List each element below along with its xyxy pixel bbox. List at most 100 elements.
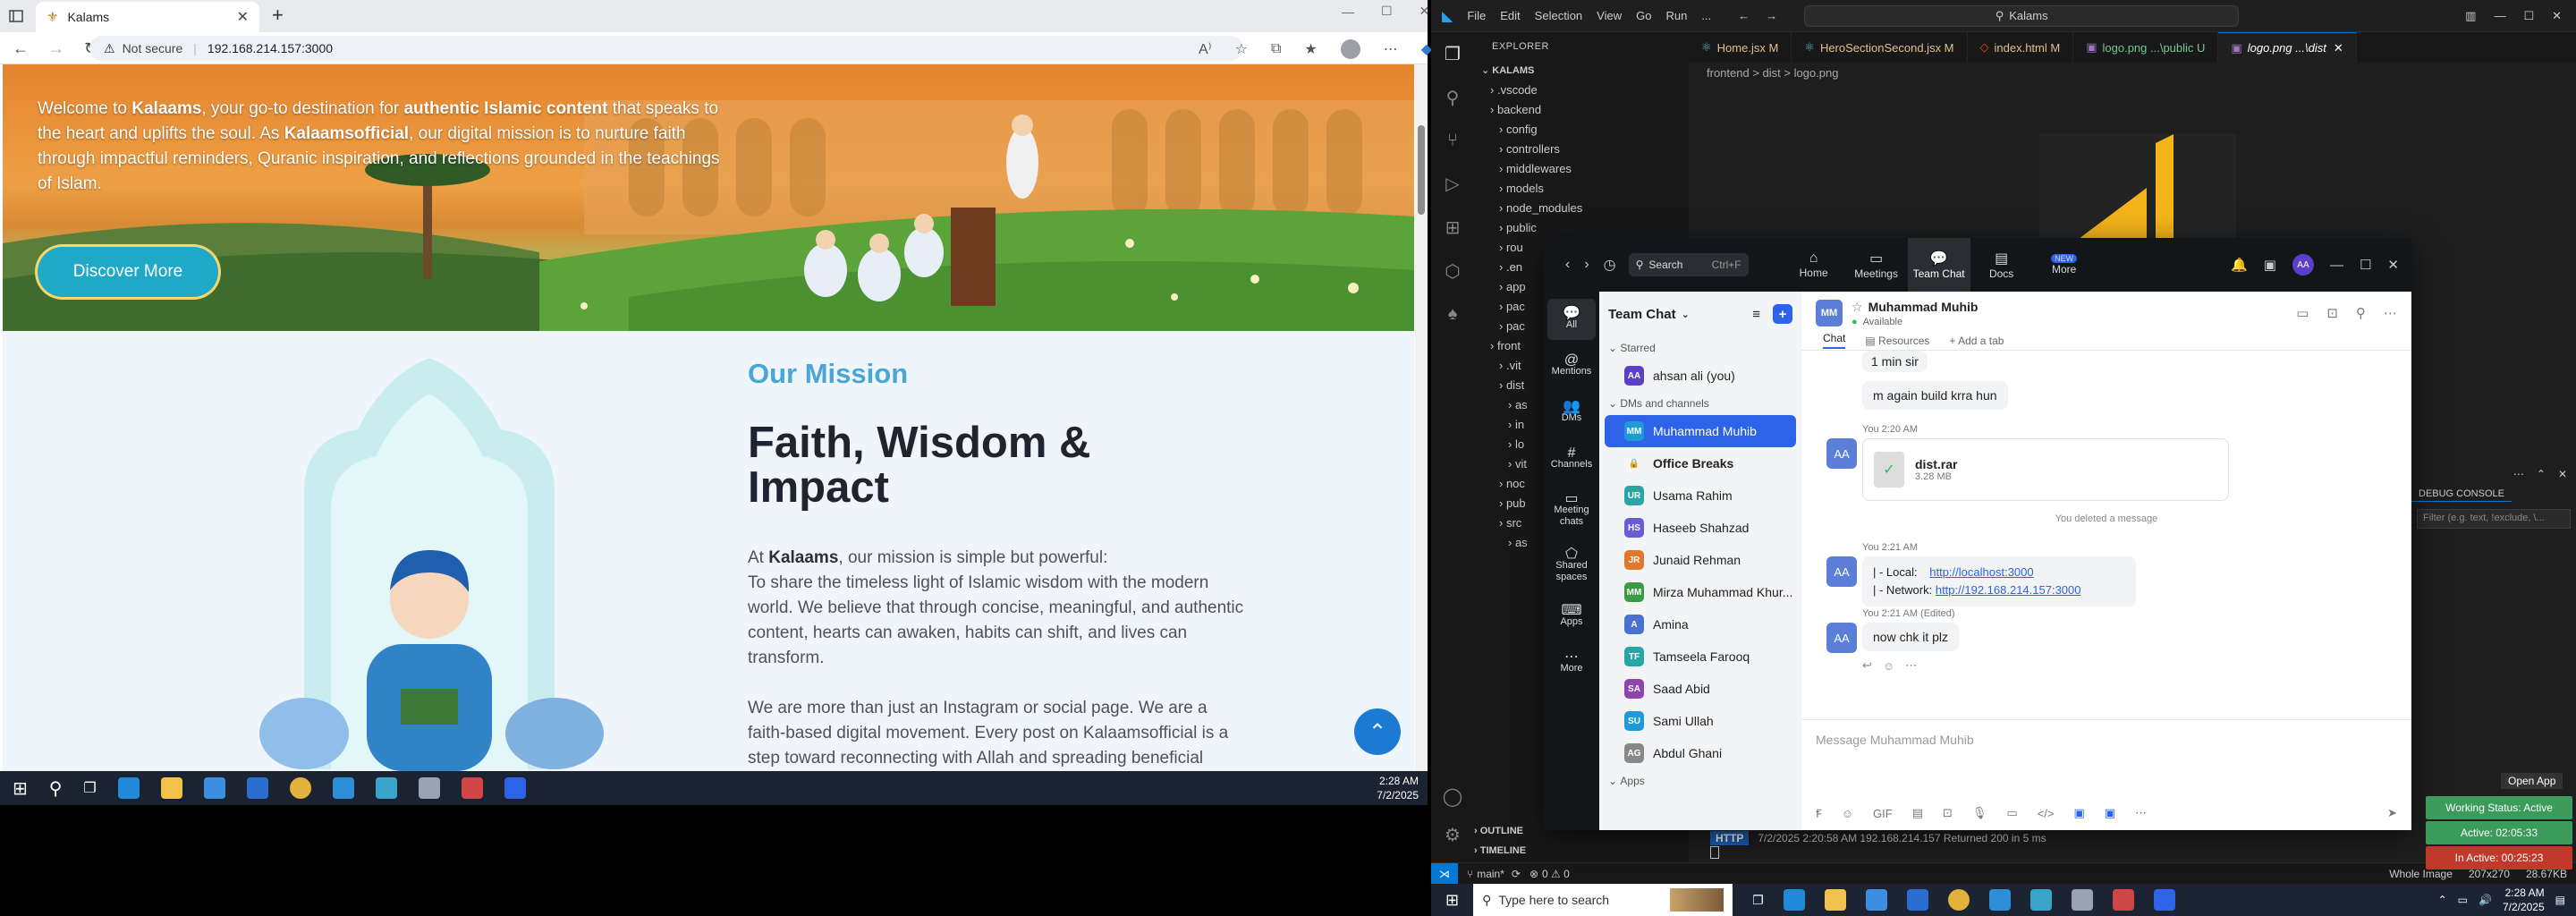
taskbar-search[interactable]: ⚲ Type here to search bbox=[1473, 884, 1733, 916]
composer-more-icon[interactable]: ⋯ bbox=[2135, 806, 2147, 820]
editor-tab-active[interactable]: ▣ logo.png ...\dist ✕ bbox=[2218, 32, 2357, 63]
remote-icon[interactable]: ⬡ bbox=[1445, 260, 1460, 283]
debug-console-tab[interactable]: DEBUG CONSOLE bbox=[2411, 487, 2512, 502]
scroll-to-top-button[interactable]: ⌃ bbox=[1354, 708, 1401, 755]
rail-meeting-chats[interactable]: ▭ Meeting chats bbox=[1544, 485, 1599, 535]
search-panel-icon[interactable]: ⚲ bbox=[1446, 87, 1460, 109]
run-debug-icon[interactable]: ▷ bbox=[1445, 173, 1459, 195]
edge-icon[interactable] bbox=[117, 777, 140, 799]
zoom-nav-meetings[interactable]: ▭ Meetings bbox=[1845, 238, 1908, 292]
editor-tab[interactable]: ◇ index.html M bbox=[1968, 32, 2074, 63]
resources-tab[interactable]: ▤ Resources bbox=[1865, 335, 1929, 347]
manage-gear-icon[interactable]: ⚙ bbox=[1445, 824, 1461, 846]
zoom-back-icon[interactable]: ‹ bbox=[1565, 257, 1570, 273]
new-chat-button[interactable]: + bbox=[1773, 304, 1792, 324]
zoom-search-box[interactable]: ⚲ Search Ctrl+F bbox=[1628, 253, 1749, 276]
star-icon[interactable]: ☆ bbox=[1852, 300, 1863, 315]
rail-apps[interactable]: ⌨ Apps bbox=[1544, 596, 1599, 637]
start-icon[interactable]: ⊞ bbox=[13, 777, 28, 800]
chat-item[interactable]: HS Haseeb Shahzad bbox=[1599, 512, 1801, 544]
vscode-right-icon[interactable] bbox=[1988, 889, 2011, 911]
more-menu-icon[interactable]: ⋯ bbox=[1384, 40, 1398, 58]
starred-section[interactable]: ⌄ Starred bbox=[1599, 336, 1801, 360]
extensions-panel-icon[interactable]: ⊞ bbox=[1445, 216, 1461, 239]
chat-item[interactable]: MM Mirza Muhammad Khur... bbox=[1599, 576, 1801, 608]
address-bar[interactable]: ⚠ Not secure | 192.168.214.157:3000 bbox=[89, 36, 1243, 61]
menu-more[interactable]: ... bbox=[1701, 9, 1711, 22]
panel-maximize-icon[interactable]: ⌃ bbox=[2537, 468, 2546, 480]
gif-icon[interactable]: GIF bbox=[1873, 807, 1893, 820]
close-vscode-icon[interactable]: ✕ bbox=[2552, 9, 2562, 23]
chat-item[interactable]: MM Muhammad Muhib bbox=[1605, 415, 1796, 447]
tab-actions-icon[interactable] bbox=[9, 7, 27, 25]
file-attachment[interactable]: ✓ dist.rar 3.28 MB bbox=[1862, 438, 2229, 501]
app3-right-icon[interactable] bbox=[2112, 889, 2134, 911]
remote-indicator-icon[interactable]: ⋊ bbox=[1431, 862, 1458, 885]
store-icon[interactable] bbox=[203, 777, 225, 799]
zoom-forward-icon[interactable]: › bbox=[1584, 257, 1589, 273]
read-aloud-icon[interactable]: A⁾ bbox=[1199, 40, 1212, 58]
zoom-right-icon[interactable] bbox=[2153, 889, 2175, 911]
tree-item[interactable]: › models bbox=[1474, 179, 1689, 199]
zoom-minimize-icon[interactable]: — bbox=[2330, 258, 2343, 273]
menu-file[interactable]: File bbox=[1467, 9, 1486, 22]
mail-icon[interactable] bbox=[246, 777, 268, 799]
zoom-nav-docs[interactable]: ▤ Docs bbox=[1970, 238, 2033, 292]
video-call-icon[interactable]: ▭ bbox=[2296, 305, 2309, 321]
tree-item[interactable]: › backend bbox=[1474, 100, 1689, 120]
nav-back-icon[interactable]: ← bbox=[1738, 9, 1750, 22]
chat-item[interactable]: SA Saad Abid bbox=[1599, 673, 1801, 705]
chat-search-icon[interactable]: ⚲ bbox=[2356, 305, 2366, 321]
tree-item[interactable]: › controllers bbox=[1474, 140, 1689, 159]
tree-item[interactable]: › middlewares bbox=[1474, 159, 1689, 179]
editor-tab[interactable]: ▣ logo.png ...\public U bbox=[2073, 32, 2219, 63]
format-icon[interactable]: Ꞙ bbox=[1816, 805, 1822, 821]
chat-contact-name[interactable]: Muhammad Muhib bbox=[1868, 300, 1979, 314]
zoom-taskbar-icon[interactable] bbox=[504, 777, 526, 799]
nav-forward-icon[interactable]: → bbox=[1766, 9, 1777, 22]
discover-more-button[interactable]: Discover More bbox=[38, 247, 218, 297]
dms-section[interactable]: ⌄ DMs and channels bbox=[1599, 392, 1801, 415]
filter-icon[interactable]: ≡ bbox=[1752, 307, 1760, 322]
chat-item[interactable]: A Amina bbox=[1599, 608, 1801, 640]
close-editor-tab-icon[interactable]: ✕ bbox=[2334, 41, 2343, 55]
zoom-nav-home[interactable]: ⌂ Home bbox=[1783, 238, 1845, 292]
store-right-icon[interactable] bbox=[1865, 889, 1887, 911]
chrome-icon[interactable] bbox=[289, 777, 311, 799]
maximize-vscode-icon[interactable]: ☐ bbox=[2523, 9, 2534, 23]
menu-go[interactable]: Go bbox=[1636, 9, 1651, 22]
forward-icon[interactable]: → bbox=[48, 39, 64, 58]
tree-item[interactable]: › .vscode bbox=[1474, 81, 1689, 100]
rail-all[interactable]: 💬 All bbox=[1547, 299, 1596, 340]
project-root[interactable]: ⌄ KALAMS bbox=[1474, 61, 1689, 81]
chat-more-icon[interactable]: ⋯ bbox=[2384, 305, 2397, 321]
extensions-icon[interactable]: ⧉ bbox=[1271, 41, 1281, 57]
browser-tab-active[interactable]: ⚜ Kalams ✕ bbox=[36, 2, 259, 32]
app-right-icon[interactable] bbox=[2029, 889, 2052, 911]
explorer-icon[interactable]: ❐ bbox=[1445, 43, 1461, 65]
rail-dms[interactable]: 👥 DMs bbox=[1544, 392, 1599, 433]
team-chat-title[interactable]: Team Chat bbox=[1608, 307, 1676, 322]
debug-filter-input[interactable]: Filter (e.g. text, !exclude, \... bbox=[2417, 509, 2571, 529]
tree-item[interactable]: › config bbox=[1474, 120, 1689, 140]
emoji-reaction-icon[interactable]: ☺ bbox=[1883, 659, 1894, 673]
search-icon[interactable]: ⚲ bbox=[49, 777, 63, 800]
vscode-icon[interactable] bbox=[332, 777, 354, 799]
problems-count[interactable]: 0 ⚠ 0 bbox=[1542, 868, 1570, 880]
chrome-right-icon[interactable] bbox=[1947, 889, 1970, 911]
edge-right-icon[interactable] bbox=[1783, 889, 1805, 911]
notification-center-icon[interactable]: ▤ bbox=[2555, 894, 2565, 906]
message-more-icon[interactable]: ⋯ bbox=[1905, 658, 1917, 673]
my-avatar[interactable]: AA bbox=[2292, 254, 2314, 276]
chat-item[interactable]: AG Abdul Ghani bbox=[1599, 737, 1801, 769]
start-icon-right[interactable]: ⊞ bbox=[1445, 891, 1459, 910]
chat-item[interactable]: UR Usama Rahim bbox=[1599, 479, 1801, 512]
chat-item[interactable]: TF Tamseela Farooq bbox=[1599, 640, 1801, 673]
app2-icon[interactable] bbox=[418, 777, 440, 799]
editor-tab[interactable]: ⚛ HeroSectionSecond.jsx M bbox=[1792, 32, 1968, 63]
scrollbar-thumb[interactable] bbox=[1418, 125, 1425, 215]
app-shortcut2-icon[interactable]: ▣ bbox=[2105, 806, 2115, 820]
sync-icon[interactable]: ⟳ bbox=[1512, 868, 1521, 880]
mail-right-icon[interactable] bbox=[1906, 889, 1928, 911]
app-shortcut-icon[interactable]: ▣ bbox=[2074, 806, 2085, 820]
